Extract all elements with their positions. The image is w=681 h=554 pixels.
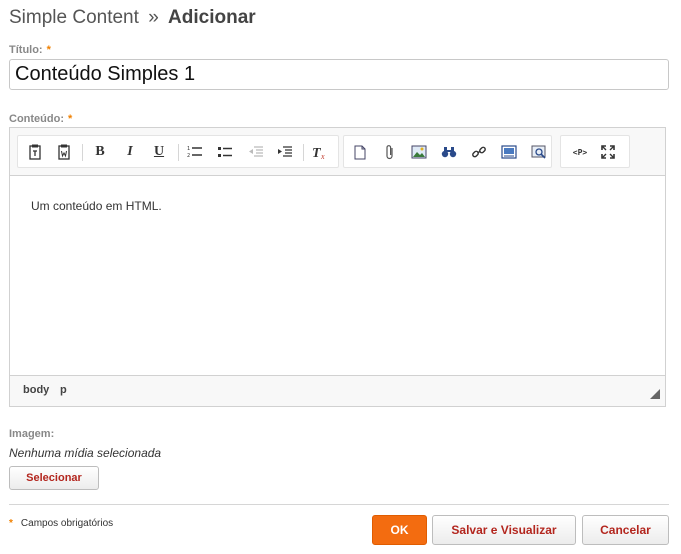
toolbar-group-document: <P> [560,135,630,168]
required-asterisk: * [46,44,51,56]
toolbar-separator [178,144,179,161]
select-media-button[interactable]: Selecionar [9,466,99,490]
required-asterisk: * [67,113,73,125]
image-label: Imagem: [9,428,55,440]
new-page-icon[interactable] [350,142,370,162]
remove-format-icon[interactable]: Tx [310,142,330,162]
editor-statusbar: body p [10,375,665,406]
content-label: Conteúdo: * [9,113,72,125]
save-and-preview-button[interactable]: Salvar e Visualizar [432,515,576,545]
rich-text-editor: B I U 12 Tx <P> Um conteúdo em HTML. bod… [9,127,666,407]
svg-text:1: 1 [187,146,190,152]
media-embed-icon[interactable] [499,142,519,162]
toolbar-group-insert [343,135,552,168]
required-asterisk: * [9,518,13,529]
breadcrumb-current: Adicionar [168,7,256,28]
toolbar-group-formatting: B I U 12 Tx [17,135,339,168]
indent-icon[interactable] [275,142,295,162]
content-label-text: Conteúdo: [9,113,64,125]
resize-handle[interactable] [650,389,660,399]
required-legend-text: Campos obrigatórios [20,518,114,529]
image-icon[interactable] [409,142,429,162]
title-label-text: Título: [9,44,43,56]
source-icon[interactable]: <P> [568,142,592,162]
cancel-button[interactable]: Cancelar [582,515,669,545]
element-path-body[interactable]: body [23,384,49,396]
bold-icon[interactable]: B [90,142,110,162]
footer-divider [9,504,669,505]
element-path-p[interactable]: p [60,384,67,396]
ok-button[interactable]: OK [372,515,427,545]
maximize-icon[interactable] [598,142,618,162]
title-label: Título: * [9,44,51,56]
breadcrumb-section: Simple Content [9,7,139,28]
italic-icon[interactable]: I [120,142,140,162]
svg-text:2: 2 [187,153,190,159]
outdent-icon[interactable] [246,142,266,162]
find-icon[interactable] [439,142,459,162]
underline-icon[interactable]: U [149,142,169,162]
required-legend: * Campos obrigatórios [9,518,113,529]
preview-icon[interactable] [529,142,549,162]
toolbar-separator [303,144,304,161]
title-input[interactable] [9,59,669,90]
link-icon[interactable] [469,142,489,162]
editor-paragraph: Um conteúdo em HTML. [31,199,162,213]
bulleted-list-icon[interactable] [215,142,235,162]
attachment-icon[interactable] [380,142,400,162]
no-media-text: Nenhuma mídia selecionada [9,446,162,460]
editor-toolbar: B I U 12 Tx <P> [10,128,665,176]
paste-text-icon[interactable] [25,142,45,162]
page-title: Simple Content » Adicionar [9,7,256,29]
svg-text:x: x [320,152,325,160]
numbered-list-icon[interactable]: 12 [185,142,205,162]
editor-content-area[interactable]: Um conteúdo em HTML. [10,177,665,376]
paste-word-icon[interactable] [54,142,74,162]
toolbar-separator [82,144,83,161]
breadcrumb-separator: » [148,7,159,28]
